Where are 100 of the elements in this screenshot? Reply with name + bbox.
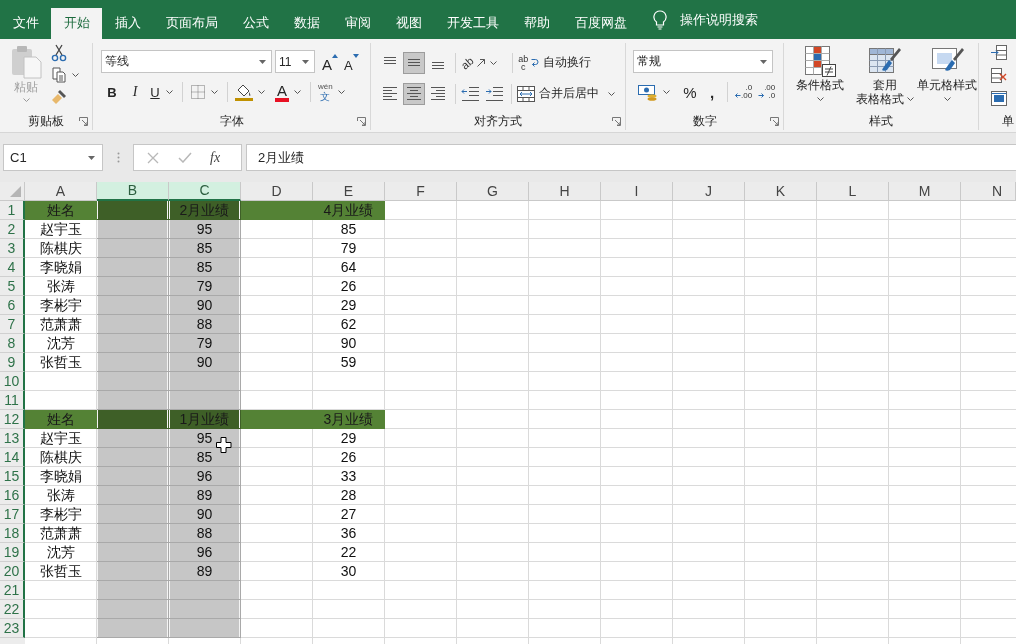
format-as-table-button[interactable]: 套用 表格格式 [852, 43, 917, 113]
percent-button[interactable]: % [682, 83, 698, 101]
column-header[interactable]: M [889, 182, 961, 201]
row-header[interactable]: 17 [0, 505, 25, 524]
row-header[interactable]: 6 [0, 296, 25, 315]
column-header[interactable]: A [25, 182, 97, 201]
row-header[interactable]: 8 [0, 334, 25, 353]
delete-cells-icon[interactable] [991, 68, 1007, 83]
menu-tab[interactable]: 帮助 [511, 8, 562, 39]
copy-button[interactable] [51, 66, 79, 84]
conditional-formatting-button[interactable]: 条件格式 [788, 43, 852, 113]
menu-tab[interactable]: 公式 [230, 8, 281, 39]
cut-button[interactable] [51, 44, 67, 62]
format-painter-button[interactable] [51, 88, 67, 106]
underline-button[interactable]: U [149, 83, 173, 101]
row-header[interactable]: 21 [0, 581, 25, 600]
format-cells-icon[interactable] [991, 91, 1007, 106]
orientation-button[interactable]: ab [461, 53, 498, 72]
dialog-launcher-icon[interactable] [79, 117, 88, 126]
menu-tab[interactable]: 插入 [102, 8, 153, 39]
column-header[interactable]: D [241, 182, 313, 201]
menu-tab[interactable]: 开始 [51, 8, 102, 39]
dialog-launcher-icon[interactable] [770, 117, 779, 126]
phonetic-guide-button[interactable]: wén 文 [318, 83, 345, 101]
column-header[interactable]: N [961, 182, 1016, 201]
menu-tab[interactable]: 文件 [0, 8, 51, 39]
dialog-launcher-icon[interactable] [612, 117, 621, 126]
row-header[interactable]: 23 [0, 619, 25, 638]
tell-me-search[interactable]: 操作说明搜索 [680, 10, 758, 29]
row-header[interactable]: 16 [0, 486, 25, 505]
caret-icon [337, 90, 345, 94]
number-format-dropdown[interactable]: 常规 [633, 50, 773, 73]
column-header[interactable]: L [817, 182, 889, 201]
row-header[interactable]: 3 [0, 239, 25, 258]
font-name-dropdown[interactable]: 等线 [101, 50, 272, 73]
menu-tab[interactable]: 百度网盘 [562, 8, 639, 39]
menu-tab[interactable]: 开发工具 [434, 8, 511, 39]
insert-function-button[interactable]: fx [210, 149, 221, 166]
insert-cells-icon[interactable] [991, 45, 1007, 60]
row-header[interactable]: 11 [0, 391, 25, 410]
row-header[interactable]: 9 [0, 353, 25, 372]
font-color-button[interactable]: A [275, 83, 301, 101]
increase-decimal-button[interactable]: .0 .00 [735, 83, 753, 101]
menu-tab[interactable]: 数据 [281, 8, 332, 39]
column-header[interactable]: J [673, 182, 745, 201]
menu-tab[interactable]: 视图 [383, 8, 434, 39]
row-header[interactable]: 22 [0, 600, 25, 619]
row-header[interactable]: 2 [0, 220, 25, 239]
align-center-button[interactable] [403, 82, 425, 105]
table-cell [97, 486, 169, 505]
merge-center-button[interactable]: 合并后居中 [517, 82, 615, 105]
fill-color-button[interactable] [235, 83, 265, 101]
decrease-decimal-button[interactable]: .00 .0 [758, 83, 776, 101]
decrease-indent-button[interactable] [461, 84, 479, 103]
dialog-launcher-icon[interactable] [357, 117, 366, 126]
align-middle-button[interactable] [403, 51, 425, 74]
increase-indent-icon [485, 86, 503, 101]
table-cell [169, 619, 241, 638]
row-header[interactable]: 18 [0, 524, 25, 543]
formula-field[interactable]: 2月业绩 [246, 144, 1016, 171]
row-header[interactable]: 1 [0, 201, 25, 220]
menu-tab[interactable]: 审阅 [332, 8, 383, 39]
increase-indent-button[interactable] [485, 84, 503, 103]
caret-icon [166, 90, 173, 94]
column-header[interactable]: B [97, 182, 169, 201]
column-header[interactable]: C [169, 182, 241, 201]
row-header[interactable]: 15 [0, 467, 25, 486]
column-header[interactable]: H [529, 182, 601, 201]
column-header[interactable]: K [745, 182, 817, 201]
cell-styles-button[interactable]: 单元格样式 [917, 43, 977, 113]
row-header[interactable]: 12 [0, 410, 25, 429]
grip-icon [117, 152, 120, 163]
bold-button[interactable]: B [103, 83, 121, 101]
row-header[interactable]: 20 [0, 562, 25, 581]
table-cell: 88 [169, 524, 241, 543]
row-header[interactable]: 7 [0, 315, 25, 334]
currency-button[interactable] [638, 83, 670, 101]
caret-icon [943, 97, 951, 101]
row-header[interactable]: 10 [0, 372, 25, 391]
shrink-font-button[interactable]: A [344, 50, 359, 73]
row-header[interactable]: 14 [0, 448, 25, 467]
group-label: 单 [1002, 113, 1014, 130]
column-header[interactable]: G [457, 182, 529, 201]
table-cell: 85 [169, 258, 241, 277]
italic-button[interactable]: I [126, 83, 144, 101]
font-size-dropdown[interactable]: 11 [275, 50, 315, 73]
comma-button[interactable]: , [706, 83, 718, 101]
grow-font-button[interactable]: A [322, 50, 338, 73]
row-header[interactable]: 5 [0, 277, 25, 296]
table-cell [241, 201, 313, 220]
column-header[interactable]: F [385, 182, 457, 201]
wrap-text-button[interactable]: ab c 自动换行 [518, 51, 592, 74]
row-header[interactable]: 13 [0, 429, 25, 448]
row-header[interactable]: 19 [0, 543, 25, 562]
row-header[interactable]: 4 [0, 258, 25, 277]
table-cell [97, 391, 169, 410]
column-header[interactable]: E [313, 182, 385, 201]
menu-tab[interactable]: 页面布局 [153, 8, 230, 39]
column-header[interactable]: I [601, 182, 673, 201]
name-box[interactable]: C1 [3, 144, 103, 171]
